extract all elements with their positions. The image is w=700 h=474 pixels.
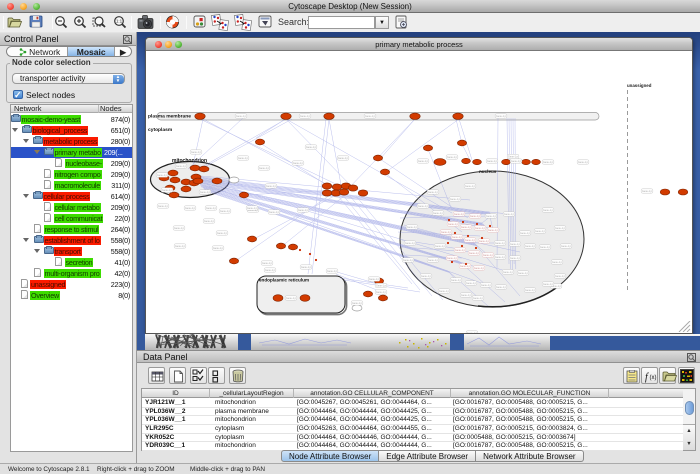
svg-text:cytoplasm: cytoplasm [148, 127, 173, 133]
svg-text:unassigned: unassigned [627, 83, 652, 88]
svg-text:1:1: 1:1 [116, 19, 123, 24]
svg-text:nucleus: nucleus [479, 169, 497, 174]
svg-text:endoplasmic reticulum: endoplasmic reticulum [259, 278, 309, 283]
svg-text:(x): (x) [649, 375, 656, 381]
svg-text:plasma membrane: plasma membrane [148, 114, 191, 120]
svg-text:mitochondrion: mitochondrion [172, 158, 207, 164]
svg-text:f: f [645, 372, 649, 383]
